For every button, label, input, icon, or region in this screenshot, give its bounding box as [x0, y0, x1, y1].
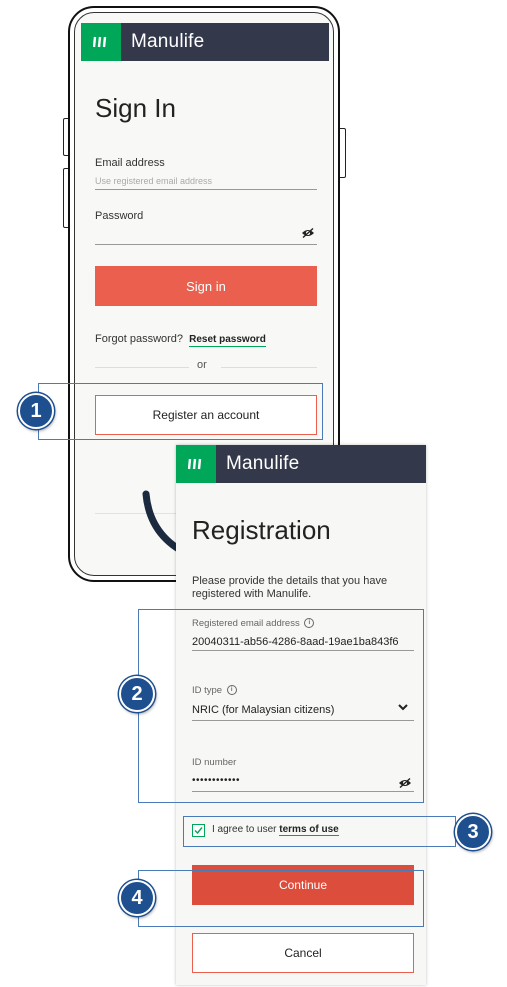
email-label: Email address: [95, 157, 165, 169]
manulife-logo-icon: [176, 445, 216, 483]
brand-name: Manulife: [131, 31, 205, 52]
highlight-register: [38, 383, 323, 440]
step-badge-1: 1: [18, 393, 54, 429]
highlight-terms: [183, 816, 456, 847]
forgot-password-row: Forgot password? Reset password: [95, 333, 266, 347]
page-title: Sign In: [95, 93, 176, 123]
registration-header: Manulife: [176, 445, 426, 483]
forgot-password-text: Forgot password?: [95, 333, 184, 345]
brand-name: Manulife: [226, 453, 300, 474]
hide-password-icon[interactable]: [301, 228, 315, 238]
step-badge-4: 4: [119, 880, 155, 916]
password-field[interactable]: [95, 244, 317, 245]
email-underline: [95, 189, 317, 190]
divider-left: [95, 367, 189, 368]
page-title: Registration: [192, 515, 331, 545]
registration-description: Please provide the details that you have…: [192, 575, 388, 600]
sign-in-button[interactable]: Sign in: [95, 266, 317, 306]
signin-header: Manulife: [81, 23, 329, 61]
manulife-logo-icon: [81, 23, 121, 61]
step-badge-2: 2: [119, 676, 155, 712]
password-label: Password: [95, 210, 144, 222]
highlight-registration-fields: [138, 609, 424, 803]
reset-password-link[interactable]: Reset password: [189, 334, 266, 347]
cancel-button[interactable]: Cancel: [192, 933, 414, 973]
step-badge-3: 3: [455, 814, 491, 850]
divider-right: [221, 367, 317, 368]
email-field[interactable]: Use registered email address: [95, 176, 212, 186]
highlight-continue: [138, 870, 424, 927]
or-separator: or: [197, 359, 207, 371]
